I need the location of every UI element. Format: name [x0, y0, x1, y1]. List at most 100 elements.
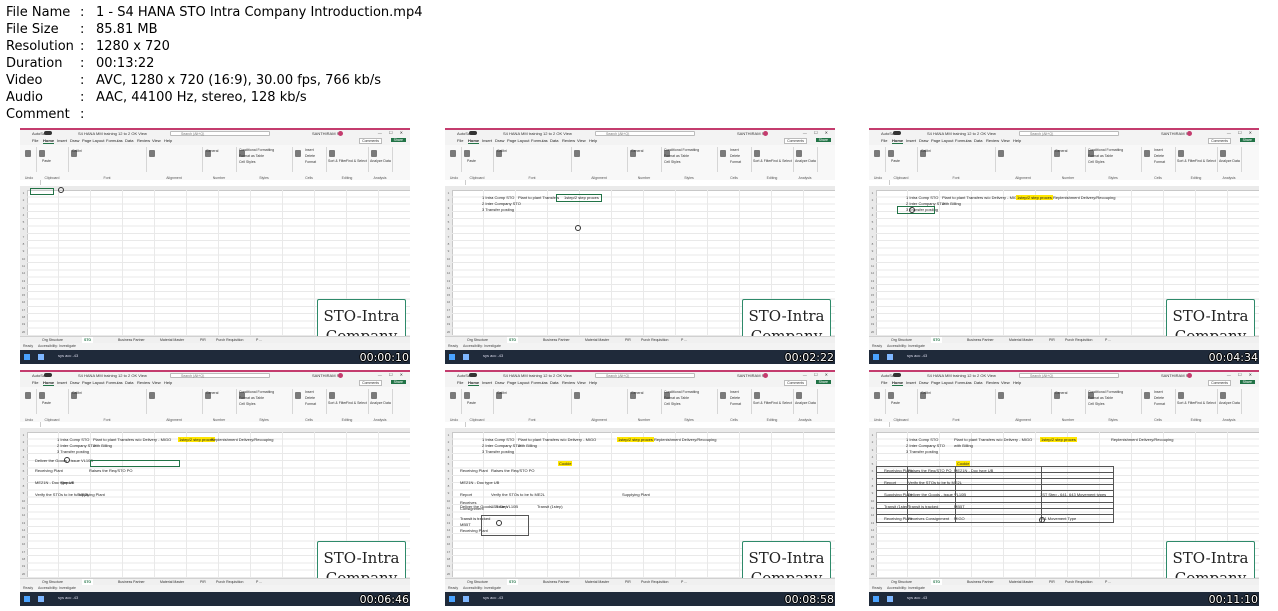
- ribbon-tab[interactable]: Formulas: [955, 138, 972, 143]
- active-cell[interactable]: [90, 460, 180, 467]
- ribbon-tab[interactable]: Data: [550, 380, 558, 385]
- ribbon-tab[interactable]: Review: [986, 380, 999, 385]
- cell-value[interactable]: Supplying Plant: [622, 492, 650, 497]
- ribbon-command[interactable]: Format: [305, 402, 316, 406]
- ribbon-icon[interactable]: [25, 392, 31, 399]
- window-controls[interactable]: — ☐ ✕: [1227, 130, 1255, 135]
- ribbon-command[interactable]: Paste: [891, 401, 900, 405]
- ribbon-command[interactable]: Calibri: [921, 391, 931, 395]
- ribbon-icon[interactable]: [874, 392, 880, 399]
- ribbon-tab[interactable]: Data: [974, 138, 982, 143]
- cell-value[interactable]: MB5T: [460, 522, 471, 527]
- ribbon-command[interactable]: Conditional Formatting: [1088, 390, 1123, 394]
- name-box[interactable]: [871, 422, 890, 427]
- ribbon-tab[interactable]: Data: [125, 380, 133, 385]
- ribbon-icon[interactable]: [464, 392, 470, 399]
- cell-value[interactable]: 1step/2 step proces: [178, 437, 215, 442]
- search-input[interactable]: Search (Alt+Q): [595, 373, 695, 378]
- avatar[interactable]: [1187, 373, 1192, 378]
- ribbon-tab[interactable]: Help: [589, 380, 597, 385]
- ribbon-tab[interactable]: Insert: [482, 380, 492, 385]
- ribbon-command[interactable]: General: [631, 149, 643, 153]
- cell-value[interactable]: Raises the Req/STO PO: [89, 468, 133, 473]
- ribbon-tab[interactable]: Page Layout: [931, 380, 953, 385]
- ribbon-icon[interactable]: [796, 392, 802, 399]
- cell-value[interactable]: Supplying Plant: [77, 492, 105, 497]
- accessibility-status[interactable]: Accessibility: Investigate: [887, 586, 925, 590]
- ribbon-command[interactable]: Insert: [730, 148, 739, 152]
- ribbon-command[interactable]: Analyze Data: [370, 159, 391, 163]
- ribbon-tab[interactable]: Home: [468, 138, 480, 144]
- ribbon-command[interactable]: Conditional Formatting: [664, 148, 699, 152]
- ribbon-command[interactable]: Insert: [1154, 390, 1163, 394]
- windows-start-icon[interactable]: [449, 354, 455, 360]
- comments-button[interactable]: Comments: [1208, 138, 1231, 144]
- ribbon-icon[interactable]: [998, 392, 1004, 399]
- cell-value[interactable]: ME21N - Doc type UB: [460, 480, 499, 485]
- cell-value[interactable]: Receives: [460, 500, 476, 505]
- ribbon-tab[interactable]: Help: [1013, 138, 1021, 143]
- window-controls[interactable]: — ☐ ✕: [378, 372, 406, 377]
- comments-button[interactable]: Comments: [359, 380, 382, 386]
- ribbon-command[interactable]: Find & Select: [1195, 401, 1216, 405]
- cell-value[interactable]: Receiving Plant: [460, 468, 488, 473]
- ribbon-command[interactable]: Format as Table: [664, 396, 689, 400]
- avatar[interactable]: [338, 373, 343, 378]
- cell-value[interactable]: Transit (1step): [537, 504, 563, 509]
- ribbon-tab[interactable]: Draw: [919, 138, 928, 143]
- ribbon-command[interactable]: General: [206, 149, 218, 153]
- cell-value[interactable]: Replenishment Delivery/Recouping: [654, 437, 716, 442]
- cell-value[interactable]: 2 Inter Company STO: [906, 443, 945, 448]
- ribbon-command[interactable]: Find & Select: [771, 401, 792, 405]
- window-controls[interactable]: — ☐ ✕: [378, 130, 406, 135]
- ribbon-command[interactable]: Paste: [467, 159, 476, 163]
- ribbon-icon[interactable]: [1144, 150, 1150, 157]
- cell-value[interactable]: Verify the STOs to be fu ME2L: [491, 492, 545, 497]
- ribbon-tab[interactable]: Help: [164, 138, 172, 143]
- ribbon-command[interactable]: Conditional Formatting: [1088, 148, 1123, 152]
- ribbon-command[interactable]: Calibri: [497, 391, 507, 395]
- cell-value[interactable]: Report: [61, 480, 73, 485]
- bordered-cell[interactable]: [481, 515, 529, 536]
- share-button[interactable]: Share: [1239, 380, 1255, 384]
- share-button[interactable]: Share: [390, 138, 406, 142]
- ribbon-command[interactable]: Paste: [891, 159, 900, 163]
- ribbon-tab[interactable]: Help: [1013, 380, 1021, 385]
- ribbon-tab[interactable]: View: [1001, 380, 1010, 385]
- ribbon-command[interactable]: Cell Styles: [1088, 160, 1105, 164]
- ribbon-icon[interactable]: [888, 392, 894, 399]
- windows-start-icon[interactable]: [24, 354, 30, 360]
- ribbon-tab[interactable]: Page Layout: [507, 138, 529, 143]
- cell-value[interactable]: 2 Inter Company STO: [482, 201, 521, 206]
- ribbon-tab[interactable]: Review: [137, 138, 150, 143]
- active-cell[interactable]: [30, 188, 54, 195]
- ribbon-command[interactable]: Format: [305, 160, 316, 164]
- ribbon-icon[interactable]: [574, 150, 580, 157]
- ribbon-icon[interactable]: [450, 150, 456, 157]
- ribbon-tab[interactable]: Formulas: [106, 380, 123, 385]
- cell-value[interactable]: 1ST Step: [491, 504, 508, 509]
- ribbon-tab[interactable]: Home: [43, 138, 55, 144]
- ribbon-icon[interactable]: [149, 392, 155, 399]
- ribbon-tab[interactable]: Formulas: [955, 380, 972, 385]
- ribbon-tab[interactable]: Draw: [495, 380, 504, 385]
- ribbon-command[interactable]: Cell Styles: [239, 402, 256, 406]
- share-button[interactable]: Share: [1239, 138, 1255, 142]
- window-controls[interactable]: — ☐ ✕: [803, 372, 831, 377]
- ribbon-icon[interactable]: [39, 150, 45, 157]
- ribbon-icon[interactable]: [1220, 150, 1226, 157]
- cell-value[interactable]: Receiving Plant: [35, 468, 63, 473]
- cell-value[interactable]: with Billing: [942, 201, 961, 206]
- ribbon-tab[interactable]: Draw: [70, 380, 79, 385]
- ribbon-tab[interactable]: File: [881, 380, 887, 385]
- cell-value[interactable]: Plant to plant Transfers w/o Delivery - …: [518, 437, 596, 442]
- ribbon-tab[interactable]: Data: [550, 138, 558, 143]
- ribbon-icon[interactable]: [295, 150, 301, 157]
- ribbon-command[interactable]: Delete: [730, 396, 740, 400]
- ribbon-command[interactable]: General: [1055, 391, 1067, 395]
- ribbon-tab[interactable]: Review: [562, 380, 575, 385]
- ribbon-command[interactable]: Cell Styles: [664, 402, 681, 406]
- ribbon-icon[interactable]: [39, 392, 45, 399]
- ribbon-icon[interactable]: [1178, 150, 1184, 157]
- ribbon-command[interactable]: Insert: [305, 148, 314, 152]
